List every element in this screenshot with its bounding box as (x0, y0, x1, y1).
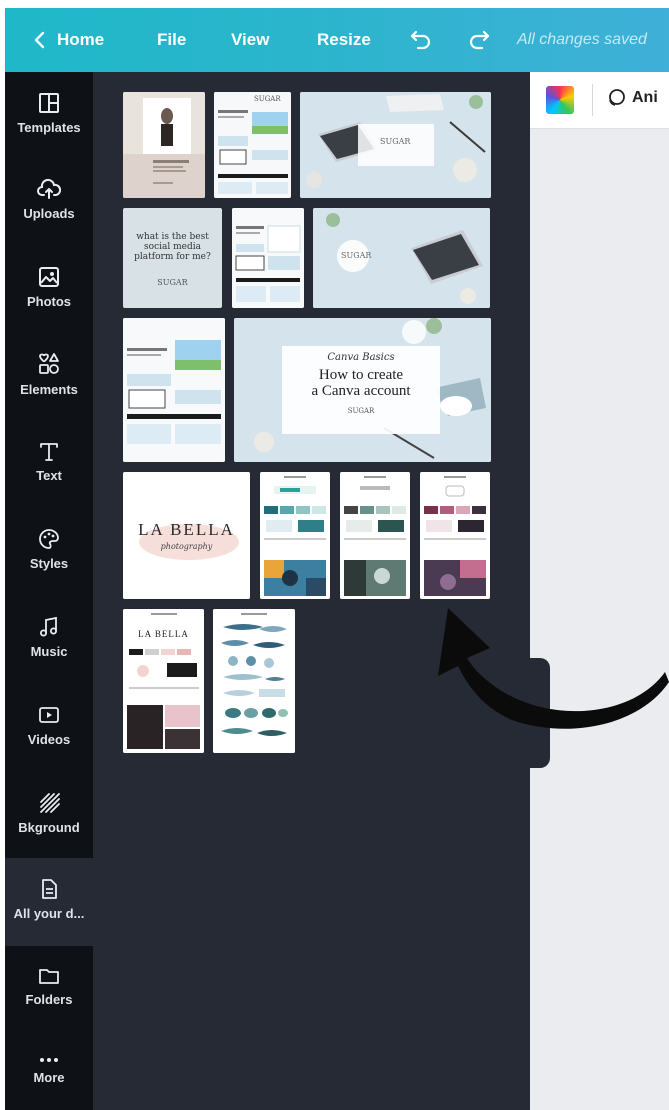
sidebar-item-label: Uploads (23, 206, 75, 221)
sidebar-item-background[interactable]: Bkground (5, 790, 93, 835)
thumbnail-headline-line: How to create (318, 367, 404, 383)
thumbnail-brand-text: SUGAR (341, 251, 372, 260)
upload-cloud-icon (37, 178, 61, 199)
design-thumbnail[interactable] (213, 609, 295, 753)
design-preview (232, 208, 304, 308)
left-sidebar (5, 72, 93, 1110)
sidebar-item-label: More (33, 1070, 65, 1085)
sidebar-item-label: Styles (29, 556, 69, 571)
thumbnail-headline-line: a Canva account (311, 383, 411, 399)
sidebar-item-label: Elements (20, 382, 78, 397)
home-label: Home (57, 30, 105, 49)
thumbnail-headline: LA BELLA (138, 629, 189, 639)
sidebar-item-label: All your d... (13, 906, 85, 921)
document-icon (42, 879, 57, 899)
design-preview (260, 472, 330, 599)
save-status: All changes saved (517, 31, 647, 48)
sidebar-item-label: Videos (27, 732, 71, 747)
redo-button[interactable] (467, 28, 491, 52)
background-icon (40, 793, 60, 813)
thumbnail-headline-line: platform for me? (134, 252, 211, 262)
undo-icon (410, 30, 431, 50)
sidebar-item-label: Music (30, 644, 68, 659)
resize-button[interactable]: Resize (317, 8, 371, 72)
animate-button[interactable]: Ani (606, 88, 658, 108)
folder-icon (39, 969, 59, 984)
design-thumbnail[interactable]: SUGAR (214, 92, 291, 198)
design-preview (340, 472, 410, 599)
text-icon (40, 443, 58, 461)
thumbnail-script-text: photography (160, 542, 213, 551)
sidebar-item-text[interactable]: Text (5, 440, 93, 483)
thumbnail-brand-text: SUGAR (157, 278, 188, 287)
design-preview (123, 92, 205, 198)
design-thumbnail[interactable]: LA BELLA (123, 609, 204, 753)
design-preview (214, 92, 291, 198)
music-note-icon (40, 616, 57, 637)
sidebar-item-label: Folders (25, 992, 73, 1007)
animate-label: Ani (632, 89, 658, 106)
design-thumbnail[interactable]: what is the best social media platform f… (123, 208, 222, 308)
more-dots-icon (40, 1058, 58, 1062)
toolbar-divider (592, 84, 593, 116)
sidebar-item-label: Photos (26, 294, 72, 309)
thumbnail-brand-text: SUGAR (254, 95, 281, 103)
design-thumbnail[interactable]: SUGAR (300, 92, 491, 198)
sidebar-item-uploads[interactable]: Uploads (5, 178, 93, 221)
sidebar-item-all-your-designs[interactable]: All your d... (5, 878, 93, 921)
thumbnail-script-text: Canva Basics (327, 352, 395, 363)
animate-icon (609, 89, 625, 106)
view-menu-button[interactable]: View (231, 8, 269, 72)
sidebar-item-photos[interactable]: Photos (5, 266, 93, 309)
thumbnail-title-card: Canva Basics How to create a Canva accou… (282, 352, 440, 415)
color-picker-button[interactable] (546, 86, 574, 114)
design-preview (420, 472, 490, 599)
design-thumbnail[interactable]: Canva Basics How to create a Canva accou… (234, 318, 491, 462)
sidebar-item-styles[interactable]: Styles (5, 528, 93, 571)
chevron-left-icon (34, 31, 45, 49)
thumbnail-brand-text: SUGAR (380, 137, 411, 146)
design-thumbnail[interactable] (123, 92, 205, 198)
sidebar-item-videos[interactable]: Videos (5, 704, 93, 747)
design-thumbnail[interactable] (123, 318, 225, 462)
design-thumbnail[interactable]: LA BELLA photography (123, 472, 250, 599)
curved-arrow-annotation (438, 608, 669, 729)
design-thumbnail[interactable] (420, 472, 490, 599)
thumbnail-brand-text: SUGAR (347, 407, 375, 415)
video-icon (39, 707, 59, 723)
design-thumbnail[interactable] (260, 472, 330, 599)
palette-icon (39, 529, 59, 549)
sidebar-item-more[interactable]: More (5, 1056, 93, 1085)
sidebar-item-music[interactable]: Music (5, 616, 93, 659)
thumbnail-headline: what is the best social media platform f… (123, 232, 222, 262)
sidebar-item-label: Text (36, 468, 62, 483)
undo-button[interactable] (409, 28, 433, 52)
sidebar-item-label: Templates (17, 120, 81, 135)
redo-icon (469, 30, 490, 50)
design-preview (213, 609, 295, 753)
design-preview (123, 318, 225, 462)
thumbnail-headline: LA BELLA (138, 520, 235, 539)
templates-icon (39, 93, 59, 113)
photo-icon (39, 267, 59, 287)
design-thumbnail[interactable] (340, 472, 410, 599)
sidebar-item-folders[interactable]: Folders (5, 966, 93, 1007)
sidebar-item-label: Bkground (18, 820, 80, 835)
thumbnail-headline-line: social media (144, 242, 201, 252)
sidebar-item-elements[interactable]: Elements (5, 352, 93, 397)
file-menu-button[interactable]: File (157, 8, 186, 72)
design-thumbnail[interactable] (232, 208, 304, 308)
design-thumbnail[interactable]: SUGAR (313, 208, 490, 308)
sidebar-item-templates[interactable]: Templates (5, 92, 93, 135)
shapes-icon (39, 353, 59, 374)
design-preview (313, 208, 490, 308)
thumbnail-headline-line: what is the best (136, 232, 209, 242)
home-button[interactable]: Home (33, 8, 104, 72)
top-toolbar: Home File View Resize All changes saved (5, 8, 669, 72)
